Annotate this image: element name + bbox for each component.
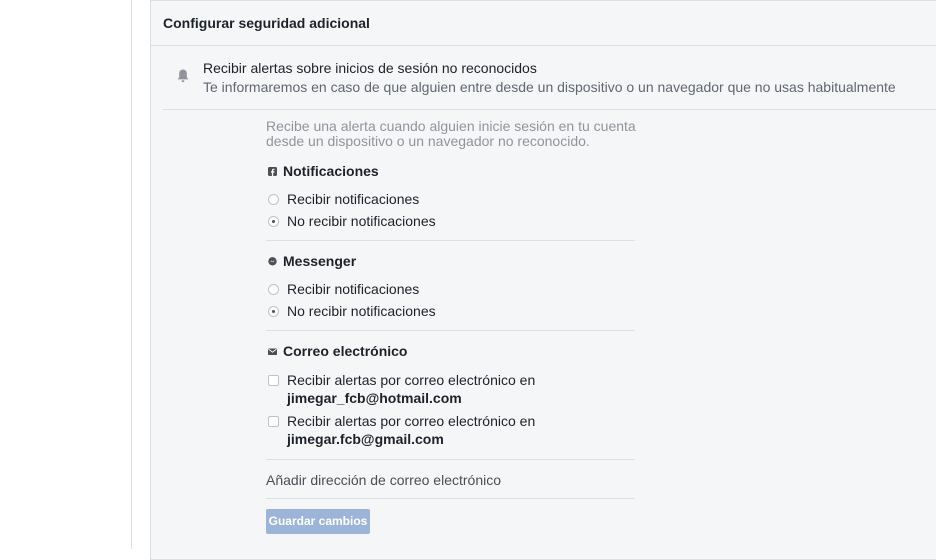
messenger-option-none[interactable]: No recibir notificaciones <box>266 302 646 322</box>
notifications-option-none[interactable]: No recibir notificaciones <box>266 212 646 232</box>
email-hotmail-checkbox[interactable] <box>268 375 279 386</box>
option-label: No recibir notificaciones <box>287 213 436 229</box>
section-divider <box>266 330 635 331</box>
envelope-icon <box>268 348 277 355</box>
notifications-none-radio[interactable] <box>268 216 279 227</box>
alert-description: Te informaremos en caso de que alguien e… <box>203 79 896 95</box>
option-label: Recibir alertas por correo electrónico e… <box>287 413 536 429</box>
option-label: Recibir alertas por correo electrónico e… <box>287 372 536 388</box>
login-alerts-row[interactable]: Recibir alertas sobre inicios de sesión … <box>151 46 936 108</box>
email-option-gmail[interactable]: Recibir alertas por correo electrónico e… <box>266 412 646 452</box>
notifications-option-receive[interactable]: Recibir notificaciones <box>266 190 646 210</box>
email-gmail-checkbox[interactable] <box>268 416 279 427</box>
security-panel: Configurar seguridad adicional Recibir a… <box>150 0 936 560</box>
notifications-title: Notificaciones <box>283 163 379 179</box>
header-divider <box>163 109 936 110</box>
bell-icon <box>177 69 189 82</box>
facebook-icon <box>268 167 277 176</box>
messenger-title: Messenger <box>283 253 357 269</box>
messenger-option-receive[interactable]: Recibir notificaciones <box>266 280 646 300</box>
panel-header: Configurar seguridad adicional <box>151 1 936 46</box>
messenger-icon <box>268 257 277 266</box>
section-divider <box>266 240 635 241</box>
alert-title: Recibir alertas sobre inicios de sesión … <box>203 60 537 76</box>
panel-title: Configurar seguridad adicional <box>163 15 370 31</box>
email-address: jimegar.fcb@gmail.com <box>287 431 444 447</box>
intro-text: Recibe una alerta cuando alguien inicie … <box>266 118 636 149</box>
email-option-hotmail[interactable]: Recibir alertas por correo electrónico e… <box>266 371 646 411</box>
left-column-divider <box>131 0 132 549</box>
option-label: Recibir notificaciones <box>287 191 420 207</box>
add-email-link[interactable]: Añadir dirección de correo electrónico <box>266 472 501 488</box>
option-label: Recibir notificaciones <box>287 281 420 297</box>
save-changes-button[interactable]: Guardar cambios <box>266 509 370 534</box>
section-divider <box>266 498 635 499</box>
messenger-receive-radio[interactable] <box>268 284 279 295</box>
email-title: Correo electrónico <box>283 343 408 359</box>
messenger-none-radio[interactable] <box>268 306 279 317</box>
section-divider <box>266 459 635 460</box>
email-address: jimegar_fcb@hotmail.com <box>287 390 462 406</box>
option-label: No recibir notificaciones <box>287 303 436 319</box>
notifications-receive-radio[interactable] <box>268 194 279 205</box>
